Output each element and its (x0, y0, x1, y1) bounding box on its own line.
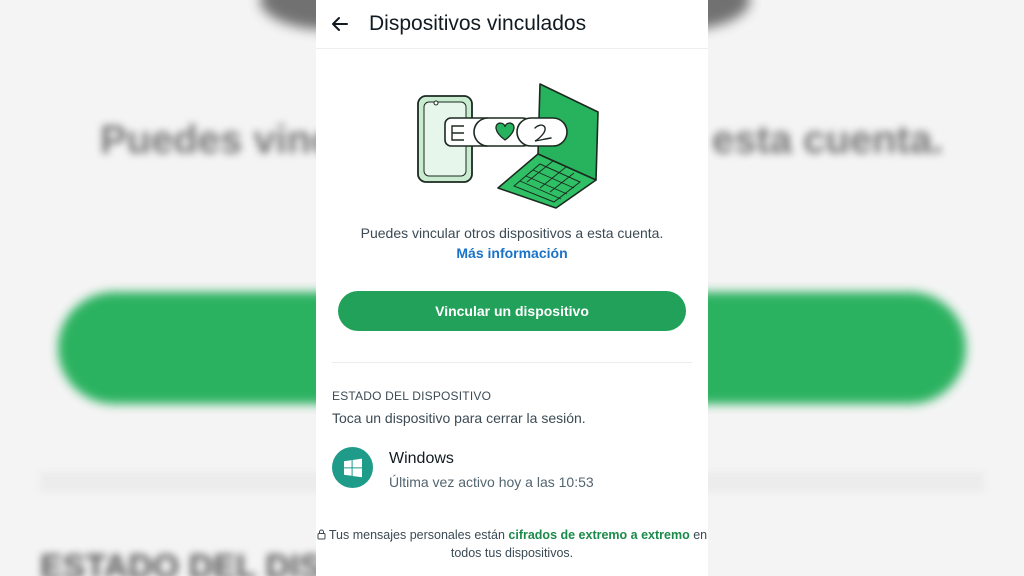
intro-text: Puedes vincular otros dispositivos a est… (360, 225, 664, 241)
device-status-hint: Toca un dispositivo para cerrar la sesió… (332, 410, 586, 426)
encryption-notice: Tus mensajes personales están cifrados d… (316, 526, 708, 562)
arrow-left-icon (332, 17, 348, 31)
link-device-button[interactable]: Vincular un dispositivo (338, 291, 686, 331)
encryption-link[interactable]: cifrados de extremo a extremo (508, 528, 689, 542)
page-title: Dispositivos vinculados (369, 12, 587, 35)
backdrop-text-right: esta cuenta. (712, 118, 944, 162)
device-row-windows[interactable]: Windows Última vez activo hoy a las 10:5… (332, 447, 692, 493)
app-bar: Dispositivos vinculados (316, 0, 708, 49)
device-name: Windows (389, 450, 454, 467)
encryption-text-prefix: Tus mensajes personales están (328, 528, 509, 542)
device-status-header: ESTADO DEL DISPOSITIVO (332, 389, 492, 403)
lock-icon (317, 529, 326, 540)
back-button[interactable] (316, 0, 364, 48)
linked-devices-illustration (417, 83, 599, 209)
signature-bubble-icon (516, 117, 568, 147)
device-avatar (332, 447, 373, 488)
phone-screen: Dispositivos vinculados Puedes vincular … (316, 0, 708, 576)
device-last-active: Última vez activo hoy a las 10:53 (389, 474, 594, 490)
divider (332, 362, 692, 363)
windows-logo-icon (343, 458, 362, 477)
more-info-link[interactable]: Más información (316, 245, 708, 261)
